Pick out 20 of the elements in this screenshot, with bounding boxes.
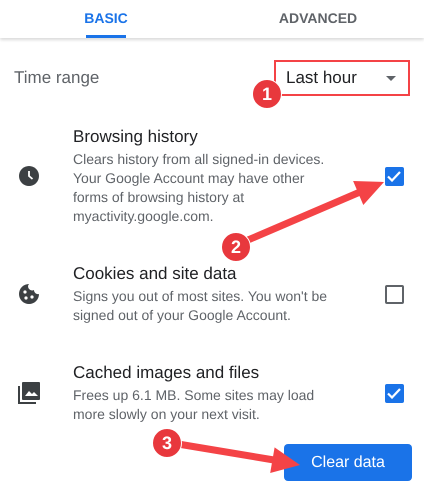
item-description: Signs you out of most sites. You won't be signed out of your Google Account. (73, 287, 328, 325)
caret-icon (386, 76, 396, 80)
item-title: Cookies and site data (73, 263, 238, 285)
clock-icon (18, 166, 38, 186)
tab[interactable]: ADVANCED (212, 0, 424, 38)
time-range-label: Time range (14, 68, 100, 88)
item-description: Clears history from all signed-in devices. Your Google Account may have other forms of browsing history at myactivity.google.com. (73, 150, 326, 226)
time-range-dropdown[interactable]: Last hour (274, 60, 410, 96)
item-title: Browsing history (73, 126, 199, 148)
step-number-badge: 3 (152, 428, 182, 458)
step-number-badge: 1 (252, 79, 282, 109)
checkbox[interactable] (384, 384, 404, 402)
item-title: Cached images and files (73, 362, 260, 384)
checkbox[interactable] (384, 166, 404, 186)
checkbox[interactable] (384, 284, 404, 304)
item-description: Frees up 6.1 MB. Some sites may load more slowly on your next visit. (73, 386, 316, 424)
cookie-icon (18, 284, 38, 304)
clear-data-button[interactable]: Clear data (284, 444, 412, 481)
images-icon (18, 382, 40, 404)
step-number-badge: 2 (221, 232, 251, 262)
